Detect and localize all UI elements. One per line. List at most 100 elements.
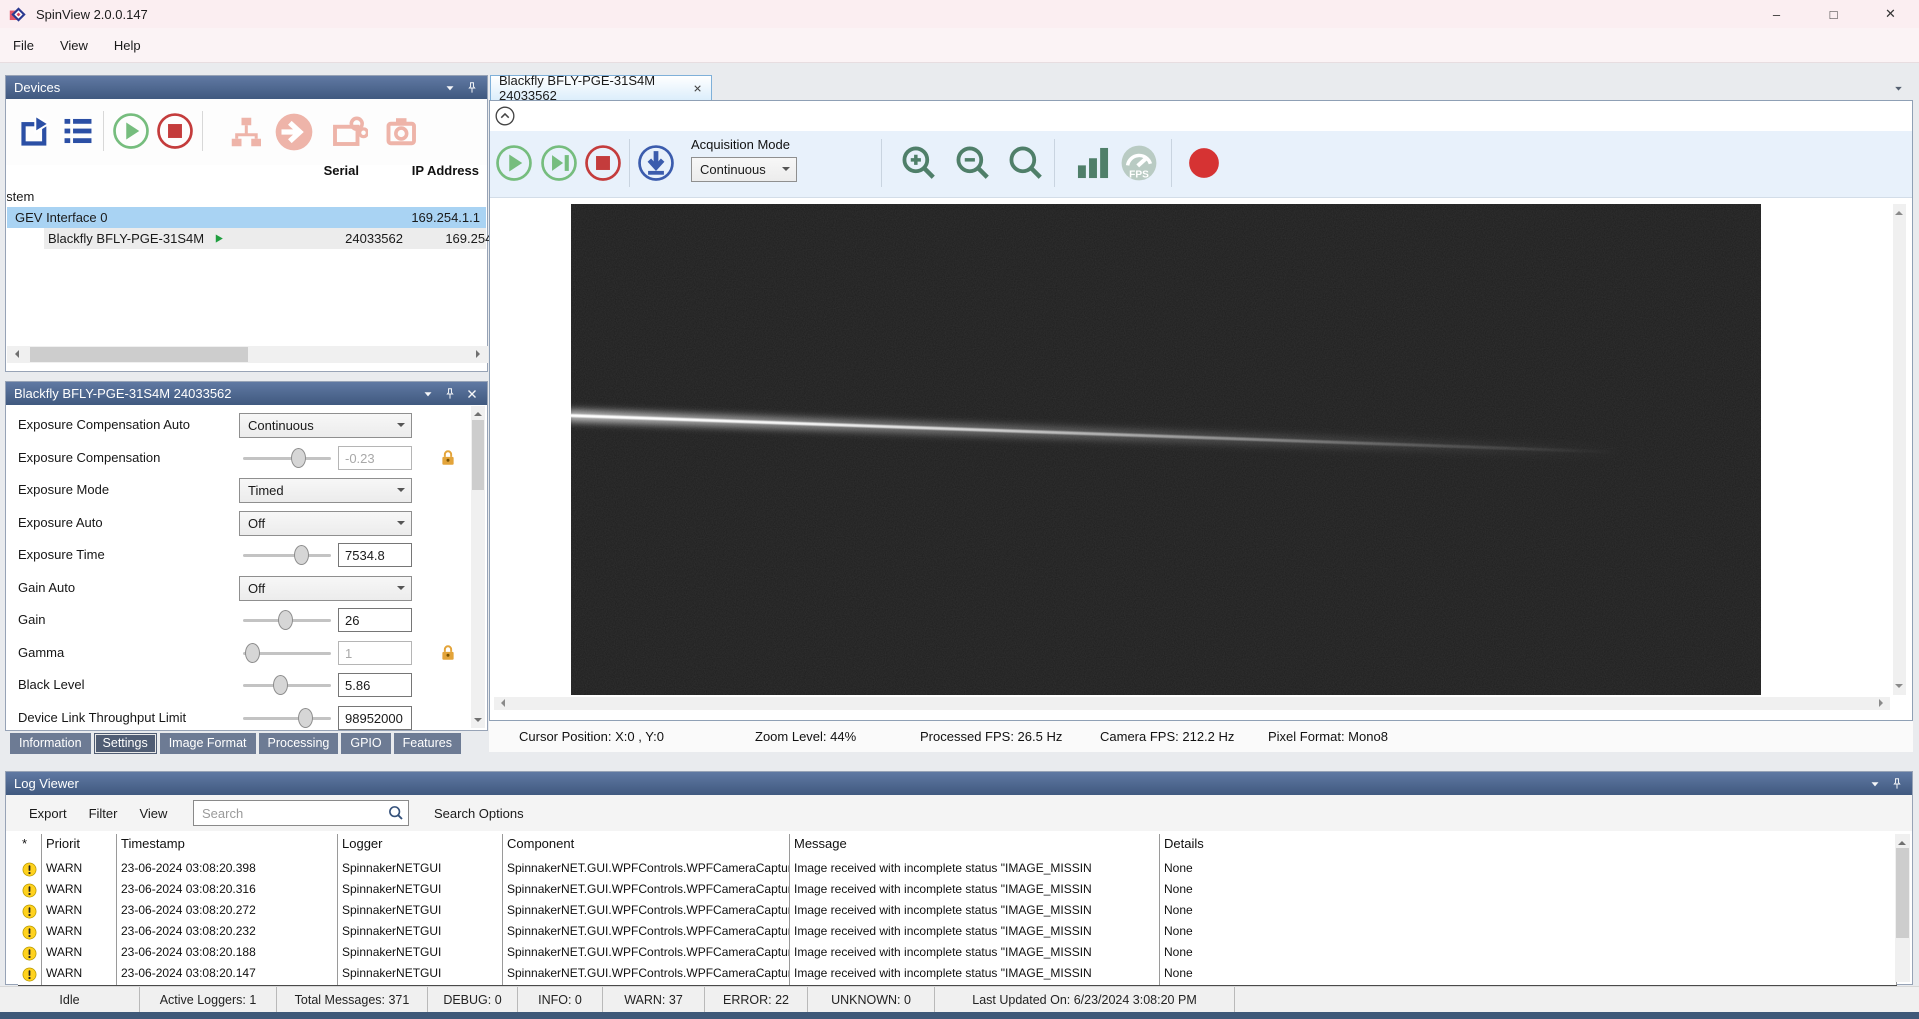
acquisition-mode-dropdown[interactable]: Continuous (691, 157, 797, 182)
log-row[interactable]: WARN23-06-2024 03:08:20.316SpinnakerNETG… (18, 880, 1897, 902)
property-slider[interactable] (243, 446, 331, 470)
camera-stream-tab[interactable]: Blackfly BFLY-PGE-31S4M 24033562 (490, 75, 712, 100)
log-row[interactable]: WARN23-06-2024 03:08:20.147SpinnakerNETG… (18, 964, 1897, 986)
log-column-header[interactable]: Timestamp (117, 834, 338, 859)
property-slider[interactable] (243, 641, 331, 665)
device-snapshot-icon[interactable] (384, 114, 420, 150)
property-value-box[interactable]: -0.23 (338, 446, 412, 470)
properties-vscrollbar-thumb[interactable] (472, 420, 484, 490)
log-row[interactable]: WARN23-06-2024 03:08:20.232SpinnakerNETG… (18, 922, 1897, 944)
tree-item-device[interactable]: Blackfly BFLY-PGE-31S4M24033562169.254.1… (44, 228, 486, 249)
tree-item-device[interactable]: GEV Interface 0169.254.1.1 (7, 207, 486, 228)
log-row[interactable]: WARN23-06-2024 03:08:20.398SpinnakerNETG… (18, 859, 1897, 881)
property-dropdown[interactable]: Timed (239, 478, 412, 503)
log-column-header[interactable]: Details (1160, 834, 1897, 859)
stop-acquisition-icon[interactable] (584, 144, 622, 182)
menu-file[interactable]: File (0, 28, 47, 62)
panel-dropdown-icon[interactable] (421, 387, 435, 401)
viewer-hscrollbar[interactable] (494, 697, 1890, 710)
minimize-button[interactable]: – (1748, 0, 1805, 28)
save-images-icon[interactable] (637, 144, 675, 182)
log-menu-filter[interactable]: Filter (78, 806, 129, 821)
tab-image-format[interactable]: Image Format (160, 733, 256, 754)
histogram-icon[interactable] (1074, 144, 1112, 182)
menu-help[interactable]: Help (101, 28, 154, 62)
tab-information[interactable]: Information (10, 733, 91, 754)
log-cell-priority: WARN (42, 859, 117, 880)
log-column-header[interactable]: * (18, 834, 42, 859)
start-acquisition-icon[interactable] (495, 144, 533, 182)
tab-processing[interactable]: Processing (259, 733, 339, 754)
log-viewer-header[interactable]: Log Viewer (6, 772, 1912, 795)
start-single-acquisition-icon[interactable] (540, 144, 578, 182)
log-vscrollbar[interactable] (1895, 834, 1910, 982)
tree-item-system[interactable]: System (7, 186, 486, 207)
slider-thumb[interactable] (291, 448, 306, 468)
device-list-icon[interactable] (61, 114, 95, 148)
slider-thumb[interactable] (273, 675, 288, 695)
log-column-header[interactable]: Logger (338, 834, 503, 859)
tab-list-dropdown-icon[interactable] (1892, 82, 1905, 95)
fps-meter-icon[interactable]: FPS (1120, 144, 1158, 182)
panel-dropdown-icon[interactable] (443, 81, 457, 95)
stop-device-acquisition-icon[interactable] (156, 112, 194, 150)
log-row[interactable]: WARN23-06-2024 03:08:20.272SpinnakerNETG… (18, 901, 1897, 923)
property-slider[interactable] (243, 673, 331, 697)
viewer-vscrollbar[interactable] (1893, 204, 1906, 695)
tab-gpio[interactable]: GPIO (341, 733, 390, 754)
slider-thumb[interactable] (298, 708, 313, 728)
log-column-header[interactable]: Message (790, 834, 1160, 859)
maximize-button[interactable]: □ (1805, 0, 1862, 28)
pin-icon[interactable] (1890, 777, 1904, 791)
properties-vscrollbar[interactable] (471, 406, 485, 728)
property-dropdown[interactable]: Off (239, 576, 412, 601)
collapse-chevron-icon[interactable] (495, 106, 515, 126)
property-dropdown[interactable]: Continuous (239, 413, 412, 438)
auto-force-ip-icon[interactable] (274, 112, 314, 152)
property-slider[interactable] (243, 543, 331, 567)
device-settings-icon[interactable] (332, 114, 368, 150)
zoom-out-icon[interactable] (954, 144, 992, 182)
log-vscrollbar-thumb[interactable] (1896, 848, 1909, 938)
property-value-box[interactable]: 26 (338, 608, 412, 632)
network-topology-icon[interactable] (228, 114, 264, 150)
start-device-acquisition-icon[interactable] (112, 112, 150, 150)
close-button[interactable]: ✕ (1862, 0, 1919, 28)
property-dropdown[interactable]: Off (239, 511, 412, 536)
record-icon[interactable] (1187, 146, 1221, 180)
zoom-reset-icon[interactable] (1007, 144, 1045, 182)
close-panel-icon[interactable] (465, 387, 479, 401)
properties-panel-header[interactable]: Blackfly BFLY-PGE-31S4M 24033562 (6, 382, 487, 405)
property-value-box[interactable]: 1 (338, 641, 412, 665)
tab-settings[interactable]: Settings (94, 733, 157, 754)
devices-hscrollbar[interactable] (7, 346, 488, 363)
search-input[interactable] (193, 800, 409, 826)
log-column-header[interactable]: Component (503, 834, 790, 859)
panel-dropdown-icon[interactable] (1868, 777, 1882, 791)
log-row[interactable]: WARN23-06-2024 03:08:20.188SpinnakerNETG… (18, 943, 1897, 965)
tab-features[interactable]: Features (394, 733, 461, 754)
close-tab-icon[interactable] (692, 82, 703, 95)
log-table-header[interactable]: *PrioritTimestampLoggerComponentMessageD… (18, 834, 1897, 860)
devices-panel-header[interactable]: Devices (6, 76, 487, 99)
zoom-in-icon[interactable] (900, 144, 938, 182)
pin-icon[interactable] (465, 81, 479, 95)
property-slider[interactable] (243, 608, 331, 632)
log-column-header[interactable]: Priorit (42, 834, 117, 859)
search-options-button[interactable]: Search Options (434, 800, 524, 826)
log-menu-view[interactable]: View (128, 806, 178, 821)
property-slider[interactable] (243, 706, 331, 730)
property-value-box[interactable]: 7534.8 (338, 543, 412, 567)
slider-thumb[interactable] (245, 643, 260, 663)
log-menu-export[interactable]: Export (18, 806, 78, 821)
search-icon[interactable] (388, 805, 404, 821)
slider-thumb[interactable] (278, 610, 293, 630)
devices-hscrollbar-thumb[interactable] (30, 347, 248, 362)
property-value-box[interactable]: 5.86 (338, 673, 412, 697)
property-value-box[interactable]: 98952000 (338, 706, 412, 730)
refresh-devices-icon[interactable] (19, 114, 53, 148)
camera-image[interactable] (571, 204, 1761, 695)
menu-view[interactable]: View (47, 28, 101, 62)
slider-thumb[interactable] (294, 545, 309, 565)
pin-icon[interactable] (443, 387, 457, 401)
